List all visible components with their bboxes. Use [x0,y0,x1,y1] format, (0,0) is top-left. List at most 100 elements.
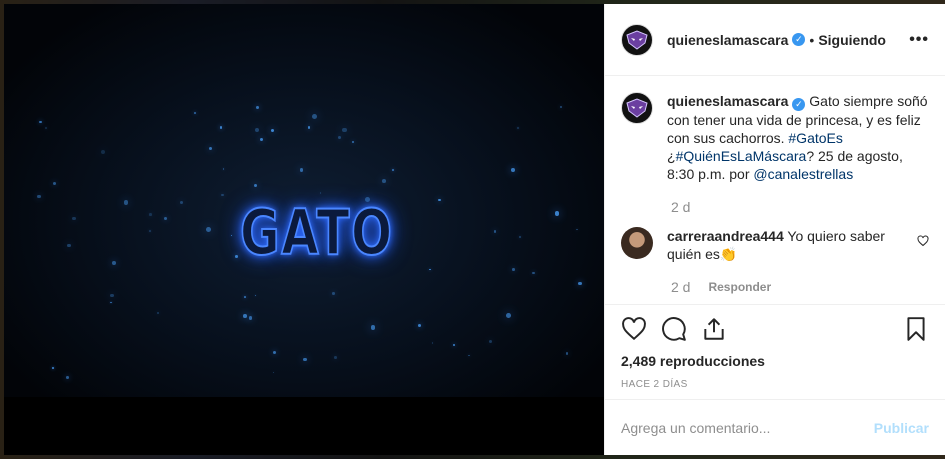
bokeh-particle [221,193,224,196]
hashtag-link[interactable]: #GatoEs [788,130,842,146]
bokeh-particle [254,294,257,296]
bokeh-particle [220,126,223,129]
bokeh-particle [392,169,394,171]
caption-text-2: ¿ [667,148,676,164]
bokeh-particle [333,356,337,359]
commenter-avatar[interactable] [621,227,653,259]
caption-text: quieneslamascara ✓ Gato siempre soñó con … [667,92,929,183]
mention-link[interactable]: @canalestrellas [753,166,853,182]
caption-username[interactable]: quieneslamascara [667,93,788,109]
bokeh-particle [235,255,238,258]
bokeh-particle [559,105,562,109]
view-count[interactable]: 2,489 reproducciones [621,353,929,369]
bokeh-particle [307,125,311,129]
bokeh-particle [351,140,354,144]
bokeh-particle [254,128,259,133]
more-options-icon[interactable]: ••• [909,31,929,49]
bokeh-particle [381,179,386,183]
action-icons [621,305,929,353]
bokeh-particle [37,194,41,198]
reply-button[interactable]: Responder [708,280,771,294]
comment-time[interactable]: 2 d [671,279,690,295]
bokeh-particle [194,112,196,114]
bokeh-particle [517,127,519,129]
post-date[interactable]: HACE 2 DÍAS [621,379,929,390]
bokeh-particle [370,325,376,330]
bokeh-particle [223,168,225,170]
bokeh-particle [205,226,211,232]
bokeh-particle [437,198,441,202]
publish-button[interactable]: Publicar [874,420,929,436]
post-header: quieneslamascara ✓ • Siguiendo ••• [605,4,945,76]
bokeh-particle [72,216,76,221]
comment-username[interactable]: carreraandrea444 [667,228,784,244]
bokeh-particle [431,342,434,344]
bokeh-particle [493,230,497,233]
verified-badge-icon: ✓ [792,33,806,46]
bokeh-particle [578,281,582,286]
header-separator: • [809,31,815,48]
follow-status-button[interactable]: Siguiendo [818,32,886,48]
video-letterbox [4,397,604,455]
caption: quieneslamascara ✓ Gato siempre soñó con … [621,92,929,183]
heart-icon[interactable] [621,316,647,342]
bokeh-particle [66,243,71,248]
video-frame[interactable]: GATO [4,4,604,397]
bokeh-particle [342,127,347,133]
bokeh-particle [312,113,317,119]
video-title-text: GATO [239,195,394,270]
bokeh-particle [565,352,569,355]
bokeh-particle [248,316,253,320]
bokeh-particle [112,260,117,265]
post-actions: 2,489 reproducciones HACE 2 DÍAS [605,304,945,390]
bokeh-particle [299,168,304,173]
video-player[interactable]: GATO [4,4,604,455]
share-icon[interactable] [701,316,727,342]
bokeh-particle [510,168,515,172]
comments-area: quieneslamascara ✓ Gato siempre soñó con … [605,76,945,304]
bokeh-particle [243,314,247,318]
hashtag-link[interactable]: #QuiénEsLaMáscara [676,148,807,164]
comment-meta: 2 d Responder [671,279,929,295]
bokeh-particle [164,216,168,220]
bokeh-particle [453,344,456,347]
bokeh-particle [110,301,112,304]
bokeh-particle [272,351,276,355]
bokeh-particle [110,293,114,298]
bokeh-particle [39,120,42,124]
bokeh-particle [53,182,57,186]
like-comment-icon[interactable] [917,235,929,247]
bokeh-particle [338,136,341,140]
bokeh-particle [512,268,516,272]
comment-input[interactable] [621,419,874,436]
bokeh-particle [100,150,105,155]
caption-time[interactable]: 2 d [671,199,929,215]
bokeh-particle [123,200,129,205]
bokeh-particle [230,234,232,236]
bokeh-particle [519,235,522,238]
bokeh-particle [417,324,421,328]
bokeh-particle [271,129,275,133]
bokeh-particle [156,312,159,315]
bokeh-particle [209,147,213,151]
bokeh-particle [244,296,247,298]
comment-icon[interactable] [661,316,687,342]
profile-avatar[interactable] [621,23,653,56]
bokeh-particle [554,211,560,216]
mask-logo-icon [626,98,648,118]
caption-avatar[interactable] [621,92,653,124]
add-comment-bar: Publicar [605,399,945,455]
bokeh-particle [149,213,152,216]
bokeh-particle [319,192,322,194]
bookmark-icon[interactable] [903,316,929,342]
mask-logo-icon [626,29,648,50]
bokeh-particle [52,366,54,369]
bokeh-particle [505,313,511,318]
bokeh-particle [575,228,578,231]
verified-badge-icon: ✓ [792,98,806,111]
header-username[interactable]: quieneslamascara [667,32,788,48]
bokeh-particle [532,271,535,274]
bokeh-particle [332,292,335,295]
bokeh-particle [254,183,258,187]
bokeh-particle [149,230,151,232]
